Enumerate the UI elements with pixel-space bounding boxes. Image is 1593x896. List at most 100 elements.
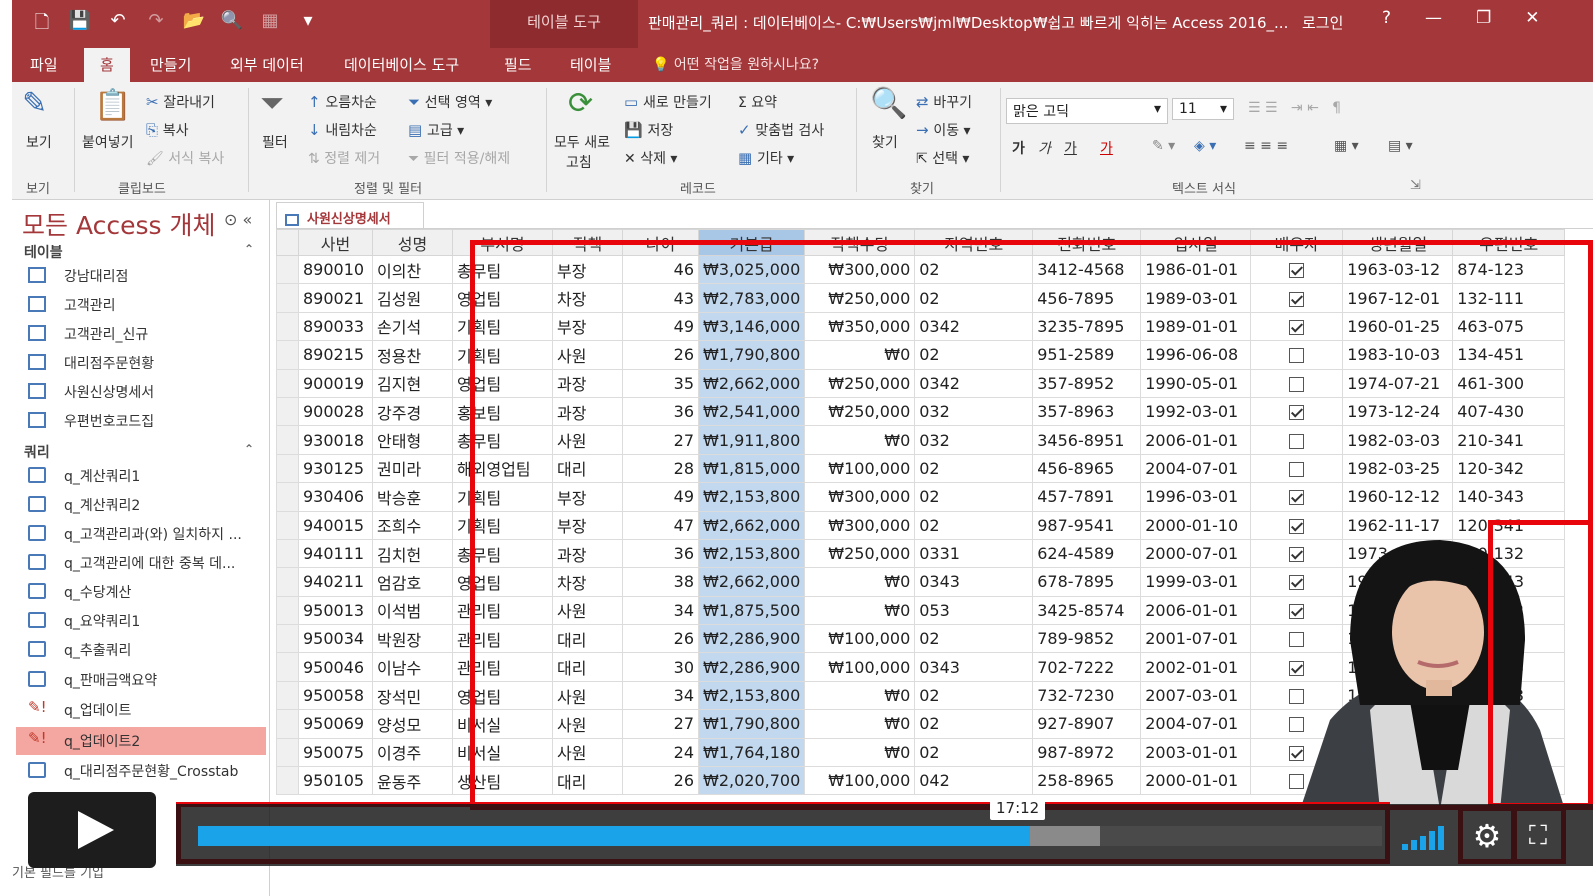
table-cell[interactable]: ₩2,020,700 xyxy=(697,766,806,796)
table-cell[interactable]: 강주경 xyxy=(372,396,453,427)
table-cell[interactable]: 1982-03-25 xyxy=(1342,453,1454,484)
spouse-checkbox[interactable] xyxy=(1289,405,1305,421)
table-cell[interactable]: ₩2,662,000 xyxy=(697,368,806,398)
row-selector[interactable] xyxy=(276,538,299,569)
table-cell[interactable]: 2003-01-01 xyxy=(1140,737,1252,768)
table-cell[interactable]: 권미라 xyxy=(372,453,453,484)
table-cell[interactable]: ₩2,541,000 xyxy=(697,396,806,427)
table-cell[interactable]: 2007-03-01 xyxy=(1140,680,1252,711)
table-cell[interactable]: 관리팀 xyxy=(452,595,553,626)
row-selector[interactable] xyxy=(276,766,299,796)
column-header[interactable]: 우편번호 xyxy=(1452,229,1566,256)
table-cell[interactable]: 1960-01-25 xyxy=(1342,311,1454,342)
table-cell[interactable]: 차장 xyxy=(552,283,623,313)
table-cell[interactable]: 기획팀 xyxy=(452,482,553,512)
row-selector[interactable] xyxy=(276,595,299,626)
table-cell[interactable]: 이경주 xyxy=(372,737,453,768)
table-cell[interactable]: 900019 xyxy=(298,368,373,398)
table-cell[interactable]: 윤동주 xyxy=(372,766,453,796)
table-cell[interactable]: ₩250,000 xyxy=(804,368,916,398)
table-cell[interactable]: 042 xyxy=(914,766,1034,796)
row-selector-header[interactable] xyxy=(276,229,299,256)
more-button[interactable]: ▦ 기타 ▾ xyxy=(738,148,794,168)
row-selector[interactable] xyxy=(276,453,299,484)
table-cell[interactable] xyxy=(1250,368,1344,398)
table-cell[interactable]: 1982-03-03 xyxy=(1342,425,1454,455)
table-cell[interactable]: 987-8972 xyxy=(1032,737,1142,768)
table-cell[interactable]: 김지현 xyxy=(372,368,453,398)
table-cell[interactable]: 1973-12-24 xyxy=(1342,396,1454,427)
table-cell[interactable]: 1989-03-01 xyxy=(1140,283,1252,313)
nav-pane-title[interactable]: 모든 Access 개체 xyxy=(22,206,215,242)
table-cell[interactable]: ₩1,790,800 xyxy=(697,340,806,370)
table-cell[interactable]: 02 xyxy=(914,709,1034,739)
table-cell[interactable]: 2004-07-01 xyxy=(1140,453,1252,484)
table-cell[interactable]: 47 xyxy=(622,510,699,540)
table-cell[interactable]: 456-7895 xyxy=(1032,283,1142,313)
table-cell[interactable]: 영업팀 xyxy=(452,283,553,313)
table-cell[interactable]: 2001-07-01 xyxy=(1140,624,1252,654)
column-header[interactable]: 전화번호 xyxy=(1032,229,1142,256)
table-cell[interactable]: 26 xyxy=(622,624,699,654)
row-selector[interactable] xyxy=(276,311,299,342)
spelling-button[interactable]: ✓ 맞춤법 검사 xyxy=(738,120,824,140)
column-header[interactable]: 성명 xyxy=(372,229,453,256)
table-cell[interactable]: 950013 xyxy=(298,595,373,626)
table-cell[interactable]: 사원 xyxy=(552,340,623,370)
font-color-button[interactable]: 가 xyxy=(1100,138,1113,158)
table-cell[interactable]: 874-123 xyxy=(1452,254,1566,285)
collapse-pane-icon[interactable]: « xyxy=(243,210,253,229)
table-cell[interactable]: 3235-7895 xyxy=(1032,311,1142,342)
nav-dropdown-icon[interactable]: ⊙ xyxy=(224,210,237,229)
table-cell[interactable]: ₩300,000 xyxy=(804,254,916,285)
table-cell[interactable]: 24 xyxy=(622,737,699,768)
table-cell[interactable]: 930125 xyxy=(298,453,373,484)
column-header[interactable]: 지역번호 xyxy=(914,229,1034,256)
tab-home[interactable]: 홈 xyxy=(84,48,130,82)
refresh-button-line2[interactable]: 고침 xyxy=(566,152,592,172)
table-cell[interactable]: 손기석 xyxy=(372,311,453,342)
table-cell[interactable] xyxy=(1250,425,1344,455)
table-cell[interactable]: 407-430 xyxy=(1452,396,1566,427)
table-cell[interactable]: 기획팀 xyxy=(452,340,553,370)
table-cell[interactable]: 기획팀 xyxy=(452,311,553,342)
find-icon[interactable]: 🔍 xyxy=(870,86,907,121)
row-selector[interactable] xyxy=(276,482,299,512)
save-record-button[interactable]: 💾 저장 xyxy=(624,120,673,140)
table-cell[interactable]: 951-2589 xyxy=(1032,340,1142,370)
table-cell[interactable] xyxy=(1250,482,1344,512)
underline-button[interactable]: 가 xyxy=(1064,138,1077,158)
help-button[interactable]: ? xyxy=(1382,8,1391,28)
table-cell[interactable]: 134-451 xyxy=(1452,340,1566,370)
new-record-button[interactable]: ▭ 새로 만들기 xyxy=(624,92,712,112)
table-cell[interactable]: 28 xyxy=(622,453,699,484)
table-cell[interactable]: 대리 xyxy=(552,766,623,796)
table-cell[interactable]: 사원 xyxy=(552,680,623,711)
table-cell[interactable]: 과장 xyxy=(552,538,623,569)
nav-item-table[interactable]: 강남대리점 xyxy=(16,262,266,290)
nav-item-query[interactable]: q_계산쿼리2 xyxy=(16,491,266,519)
table-cell[interactable]: 이석범 xyxy=(372,595,453,626)
bold-button[interactable]: 가 xyxy=(1012,138,1025,158)
row-selector[interactable] xyxy=(276,680,299,711)
table-cell[interactable]: 950105 xyxy=(298,766,373,796)
login-button[interactable]: 로그인 xyxy=(1302,12,1343,33)
table-cell[interactable]: ₩2,662,000 xyxy=(697,510,806,540)
table-cell[interactable]: 양성모 xyxy=(372,709,453,739)
table-cell[interactable]: ₩1,790,800 xyxy=(697,709,806,739)
table-cell[interactable]: 관리팀 xyxy=(452,652,553,682)
table-cell[interactable]: 사원 xyxy=(552,737,623,768)
column-header[interactable]: 기본급 xyxy=(697,229,806,256)
table-cell[interactable]: 0342 xyxy=(914,368,1034,398)
table-cell[interactable]: ₩100,000 xyxy=(804,766,916,796)
table-row[interactable]: 890021 김성원 영업팀 차장 43 ₩2,783,000 ₩250,000 02 456-… xyxy=(276,283,1566,313)
refresh-button[interactable]: 모두 새로 xyxy=(554,132,610,152)
paste-icon[interactable]: 📋 xyxy=(94,88,131,123)
customize-qat-icon[interactable]: ▾ xyxy=(296,10,320,40)
row-selector[interactable] xyxy=(276,709,299,739)
table-cell[interactable]: 0343 xyxy=(914,652,1034,682)
column-header[interactable]: 생년월일 xyxy=(1342,229,1454,256)
table-cell[interactable]: 2006-01-01 xyxy=(1140,425,1252,455)
highlight-icon[interactable]: ✎ ▾ xyxy=(1152,138,1175,154)
table-cell[interactable]: 950069 xyxy=(298,709,373,739)
